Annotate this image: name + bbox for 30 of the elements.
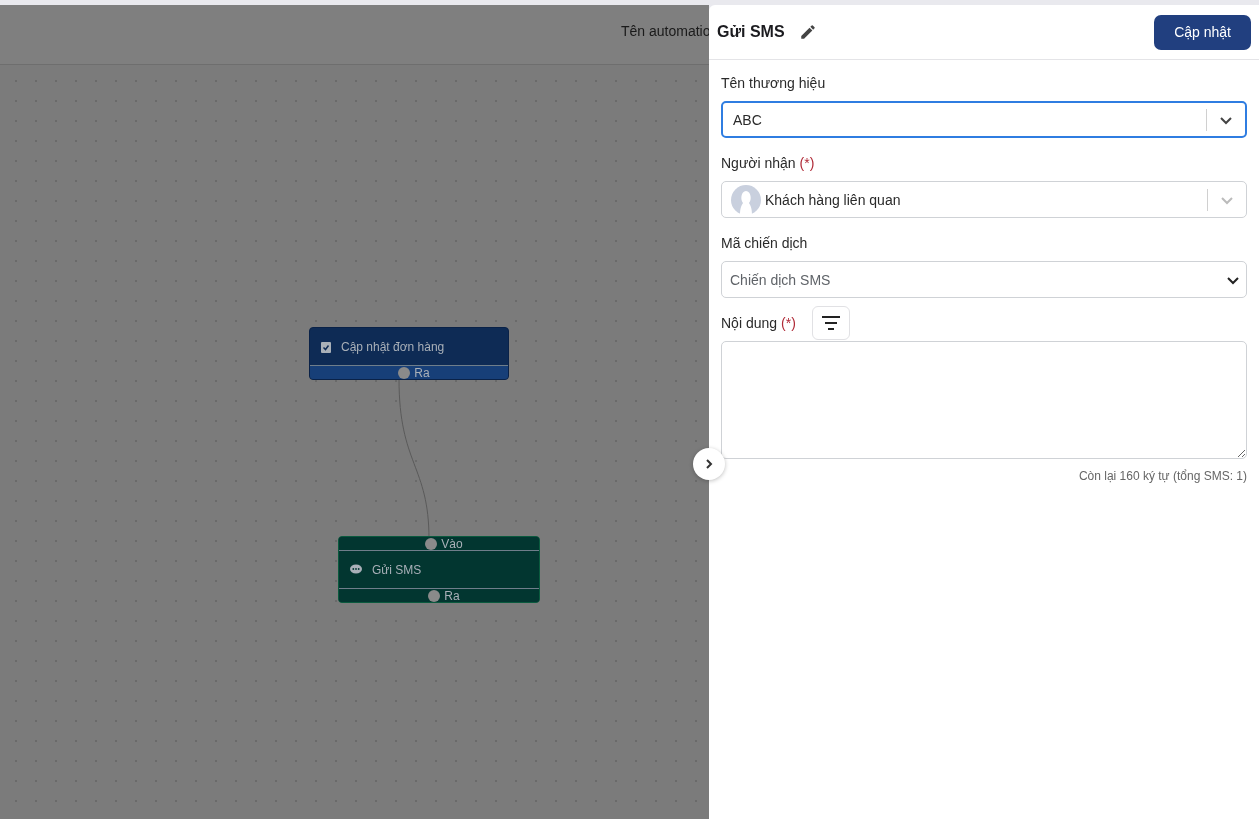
filter-lines-icon [821,316,840,330]
node-title: Cập nhật đơn hàng [341,339,445,354]
field-label: Mã chiến dịch [721,235,808,251]
port-label: Ra [414,365,430,379]
flow-node[interactable]: Vào Gửi SMS Ra [338,536,540,603]
flow-node[interactable]: Cập nhật đơn hàng Ra [309,327,509,380]
filter-button[interactable] [811,306,850,340]
avatar-icon [731,184,761,215]
chat-bubble-icon [350,564,362,575]
port-label: Vào [441,537,463,551]
automation-name-label: Tên automatio [621,23,711,39]
pencil-icon[interactable] [798,23,817,41]
field-label: Người nhận [721,155,796,171]
node-title: Gửi SMS [372,562,422,577]
required-mark: (*) [781,315,796,331]
field-label: Nội dung [721,315,778,331]
campaign-select[interactable]: Chiến dịch SMS [721,261,1247,298]
chevron-right-icon [704,459,714,469]
required-mark: (*) [799,155,815,171]
clipboard-check-icon [321,340,331,353]
port-dot[interactable] [425,537,438,550]
port-dot[interactable] [398,366,411,379]
panel-title: Gửi SMS [717,23,785,41]
update-button[interactable]: Cập nhật [1154,14,1251,50]
recipient-select[interactable]: Khách hàng liên quan [721,181,1247,218]
port-label: Ra [444,588,460,602]
field-label: Tên thương hiệu [721,75,826,91]
character-counter: Còn lại 160 ký tự (tổng SMS: 1) [1078,469,1247,483]
port-dot[interactable] [428,589,441,602]
brand-select[interactable]: ABC [721,101,1247,138]
